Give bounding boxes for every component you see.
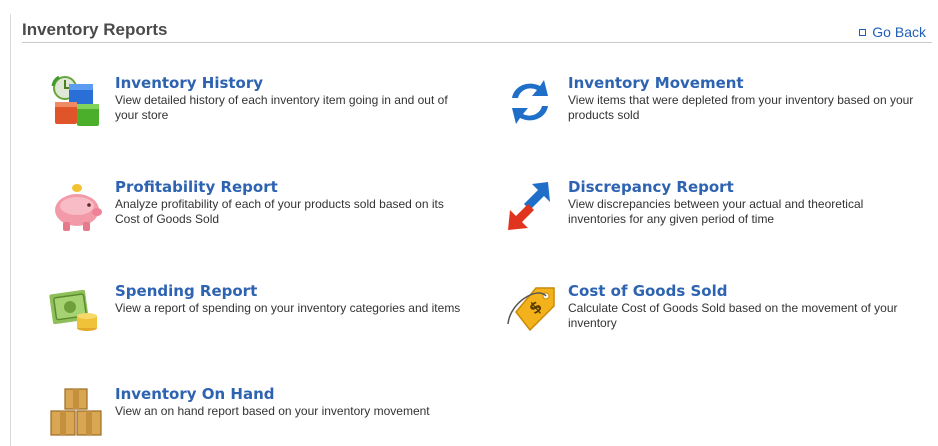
piggy-bank-icon <box>55 184 102 231</box>
report-card-cost-of-goods-sold[interactable]: $ Cost of Goods Sold Calculate Cost of G… <box>502 282 922 342</box>
square-bullet-icon <box>859 28 867 36</box>
report-title[interactable]: Inventory History <box>115 74 263 92</box>
go-back-label: Go Back <box>872 24 926 40</box>
report-description: View an on hand report based on your inv… <box>115 404 430 418</box>
go-back-link[interactable]: Go Back <box>859 24 926 40</box>
refresh-arrows-icon <box>512 80 548 124</box>
price-tag-icon: $ <box>507 287 555 332</box>
report-card-profitability[interactable]: Profitability Report Analyze profitabili… <box>49 178 469 238</box>
opposing-arrows-icon <box>508 182 550 230</box>
report-title[interactable]: Inventory Movement <box>568 74 744 92</box>
report-description: View a report of spending on your invent… <box>115 301 461 315</box>
money-stack-icon <box>49 289 97 331</box>
report-title[interactable]: Cost of Goods Sold <box>568 282 728 300</box>
report-title[interactable]: Spending Report <box>115 282 257 300</box>
left-border <box>10 14 11 446</box>
report-title[interactable]: Discrepancy Report <box>568 178 734 196</box>
page-header: Inventory Reports Go Back <box>22 20 932 43</box>
report-description: Analyze profitability of each of your pr… <box>115 197 444 226</box>
report-description: View detailed history of each inventory … <box>115 93 448 122</box>
report-description: Calculate Cost of Goods Sold based on th… <box>568 301 898 330</box>
report-card-inventory-history[interactable]: Inventory History View detailed history … <box>49 74 469 134</box>
report-description: View items that were depleted from your … <box>568 93 914 122</box>
inventory-history-icon <box>51 75 99 126</box>
page-title: Inventory Reports <box>22 20 168 39</box>
report-card-spending[interactable]: Spending Report View a report of spendin… <box>49 282 469 342</box>
report-description: View discrepancies between your actual a… <box>568 197 864 226</box>
boxes-icon <box>50 388 102 436</box>
report-title[interactable]: Profitability Report <box>115 178 278 196</box>
report-card-discrepancy[interactable]: Discrepancy Report View discrepancies be… <box>502 178 922 238</box>
report-title[interactable]: Inventory On Hand <box>115 385 275 403</box>
report-card-inventory-movement[interactable]: Inventory Movement View items that were … <box>502 74 922 134</box>
report-card-inventory-on-hand[interactable]: Inventory On Hand View an on hand report… <box>49 385 469 445</box>
